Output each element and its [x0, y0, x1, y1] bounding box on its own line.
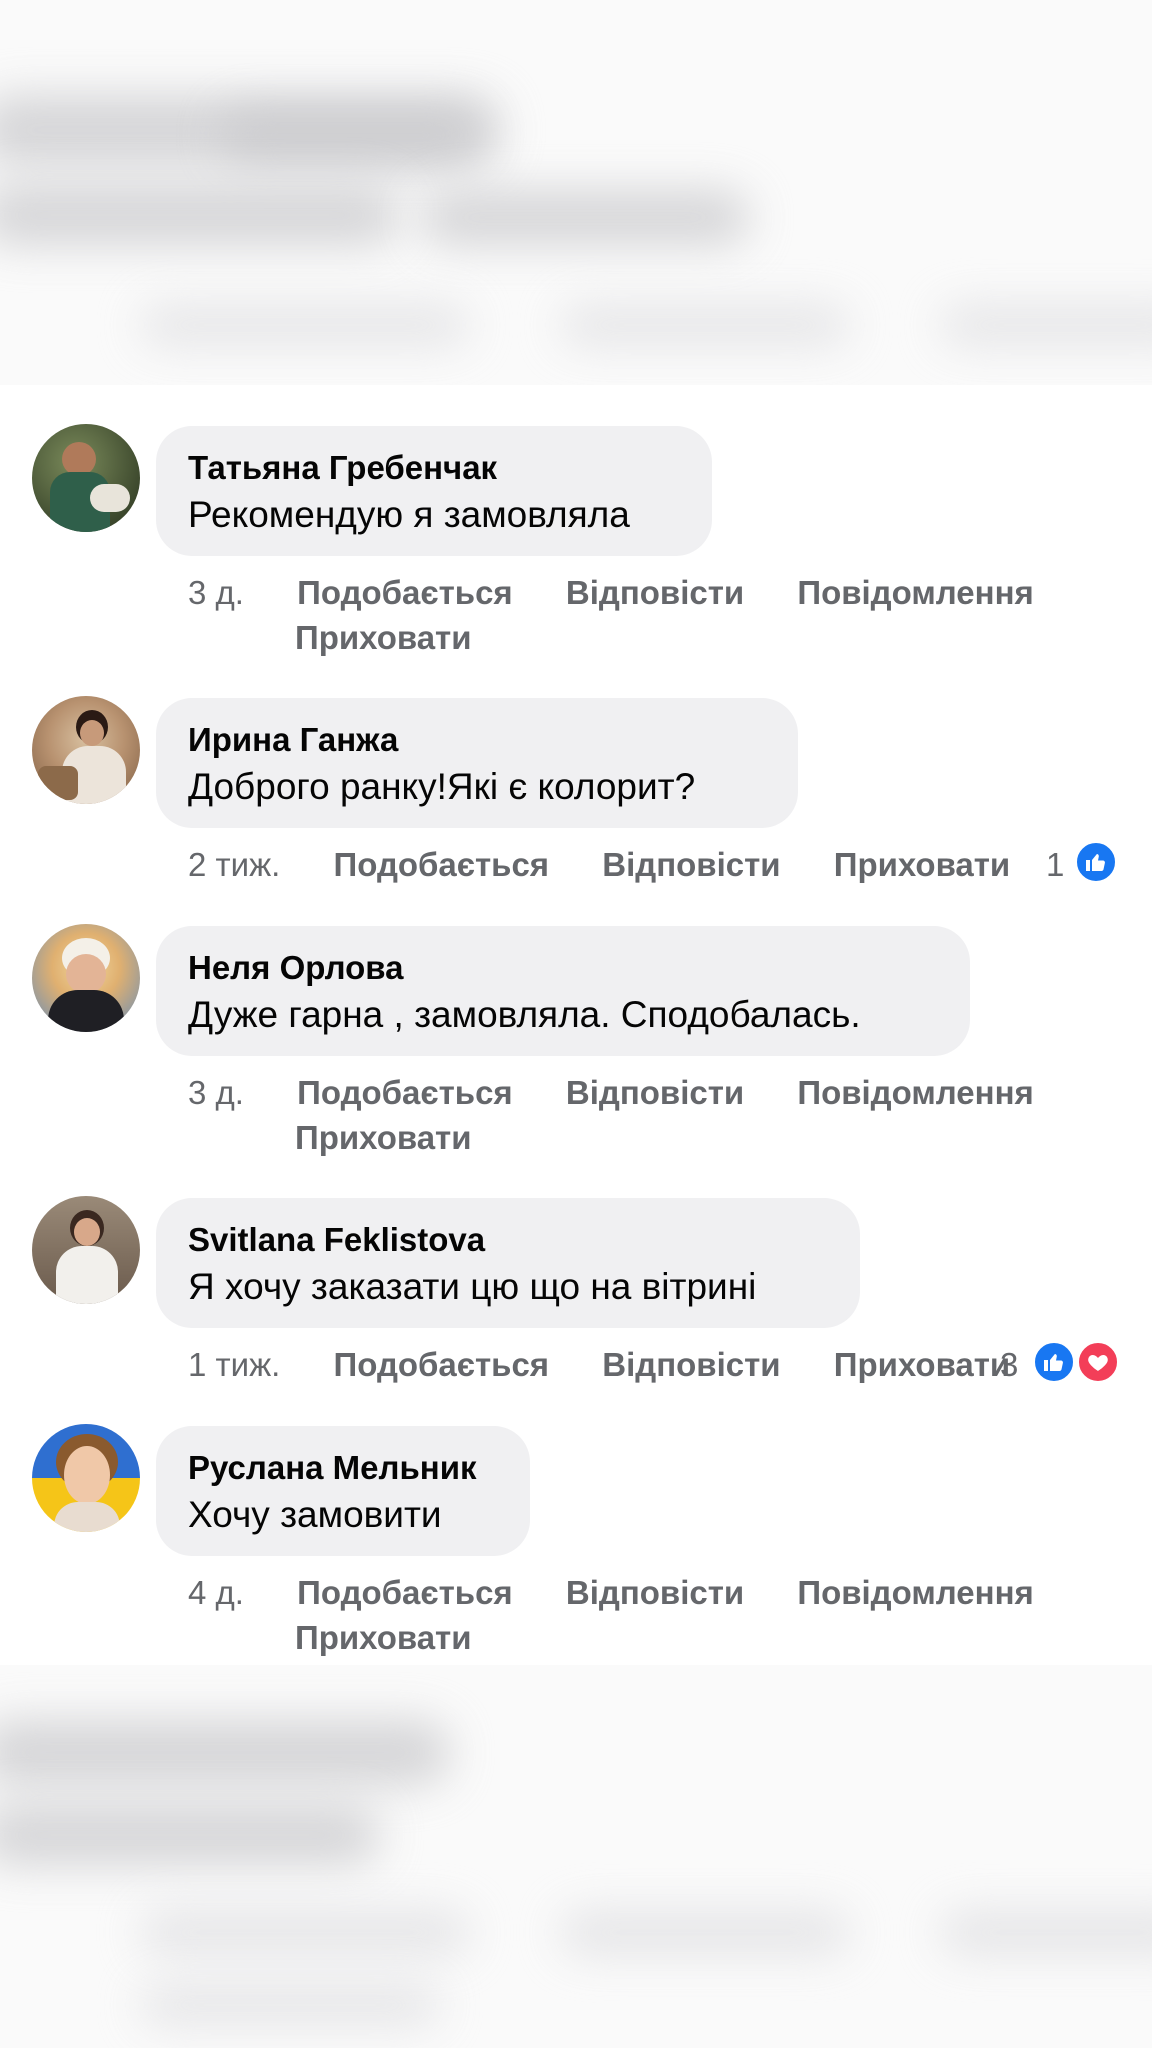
comment-time[interactable]: 4 д. [188, 1571, 244, 1615]
comment-bubble: Неля Орлова Дуже гарна , замовляла. Спод… [156, 926, 970, 1056]
reply-button[interactable]: Відповісти [566, 1071, 744, 1115]
comment-text: Хочу замовити [188, 1494, 442, 1535]
comment-time[interactable]: 1 тиж. [188, 1343, 280, 1387]
comment-actions: 3 д. Подобається Відповісти Повідомлення [188, 571, 1034, 615]
comment-author[interactable]: Svitlana Feklistova [188, 1220, 826, 1260]
heart-icon[interactable] [1076, 1340, 1120, 1384]
like-button[interactable]: Подобається [334, 1343, 550, 1387]
reply-button[interactable]: Відповісти [602, 843, 780, 887]
comment-item: Неля Орлова Дуже гарна , замовляла. Спод… [0, 920, 1152, 1160]
comment-actions: 2 тиж. Подобається Відповісти Приховати [188, 843, 1010, 887]
comment-author[interactable]: Ирина Ганжа [188, 720, 764, 760]
blurred-previous-comment [0, 0, 1152, 385]
message-button[interactable]: Повідомлення [797, 1071, 1033, 1115]
like-button[interactable]: Подобається [334, 843, 550, 887]
hide-button[interactable]: Приховати [295, 1116, 472, 1160]
comment-actions: 4 д. Подобається Відповісти Повідомлення [188, 1571, 1034, 1615]
avatar[interactable] [32, 1196, 140, 1304]
comment-bubble: Татьяна Гребенчак Рекомендую я замовляла [156, 426, 712, 556]
comment-bubble: Руслана Мельник Хочу замовити [156, 1426, 530, 1556]
avatar[interactable] [32, 696, 140, 804]
comment-text: Рекомендую я замовляла [188, 494, 630, 535]
like-button[interactable]: Подобається [297, 1571, 513, 1615]
comment-author[interactable]: Руслана Мельник [188, 1448, 496, 1488]
reaction-count[interactable]: 1 [1046, 843, 1064, 887]
hide-button[interactable]: Приховати [295, 616, 472, 660]
comment-actions-row2: Приховати [295, 1116, 472, 1160]
comment-item: Svitlana Feklistova Я хочу заказати цю щ… [0, 1192, 1152, 1392]
comment-time[interactable]: 3 д. [188, 1071, 244, 1115]
comment-actions-row2: Приховати [295, 1616, 472, 1660]
reply-button[interactable]: Відповісти [602, 1343, 780, 1387]
comment-actions: 1 тиж. Подобається Відповісти Приховати [188, 1343, 1010, 1387]
comment-time[interactable]: 3 д. [188, 571, 244, 615]
reply-button[interactable]: Відповісти [566, 1571, 744, 1615]
hide-button[interactable]: Приховати [295, 1616, 472, 1660]
hide-button[interactable]: Приховати [834, 843, 1011, 887]
comment-time[interactable]: 2 тиж. [188, 843, 280, 887]
avatar[interactable] [32, 1424, 140, 1532]
avatar[interactable] [32, 924, 140, 1032]
like-icon[interactable] [1032, 1340, 1076, 1384]
comment-bubble: Ирина Ганжа Доброго ранку!Які є колорит? [156, 698, 798, 828]
hide-button[interactable]: Приховати [834, 1343, 1011, 1387]
comment-author[interactable]: Татьяна Гребенчак [188, 448, 678, 488]
like-button[interactable]: Подобається [297, 1071, 513, 1115]
reaction-count[interactable]: 3 [1000, 1343, 1018, 1387]
message-button[interactable]: Повідомлення [797, 1571, 1033, 1615]
reply-button[interactable]: Відповісти [566, 571, 744, 615]
comment-author[interactable]: Неля Орлова [188, 948, 936, 988]
comment-actions-row2: Приховати [295, 616, 472, 660]
comment-item: Ирина Ганжа Доброго ранку!Які є колорит?… [0, 692, 1152, 892]
comment-text: Дуже гарна , замовляла. Сподобалась. [188, 994, 861, 1035]
message-button[interactable]: Повідомлення [797, 571, 1033, 615]
avatar[interactable] [32, 424, 140, 532]
comment-actions: 3 д. Подобається Відповісти Повідомлення [188, 1071, 1034, 1115]
like-icon[interactable] [1074, 840, 1118, 884]
blurred-next-comment [0, 1665, 1152, 2048]
comment-item: Татьяна Гребенчак Рекомендую я замовляла… [0, 420, 1152, 660]
comment-text: Я хочу заказати цю що на вітрині [188, 1266, 757, 1307]
like-button[interactable]: Подобається [297, 571, 513, 615]
comment-text: Доброго ранку!Які є колорит? [188, 766, 696, 807]
comment-bubble: Svitlana Feklistova Я хочу заказати цю щ… [156, 1198, 860, 1328]
comment-item: Руслана Мельник Хочу замовити 4 д. Подоб… [0, 1420, 1152, 1660]
